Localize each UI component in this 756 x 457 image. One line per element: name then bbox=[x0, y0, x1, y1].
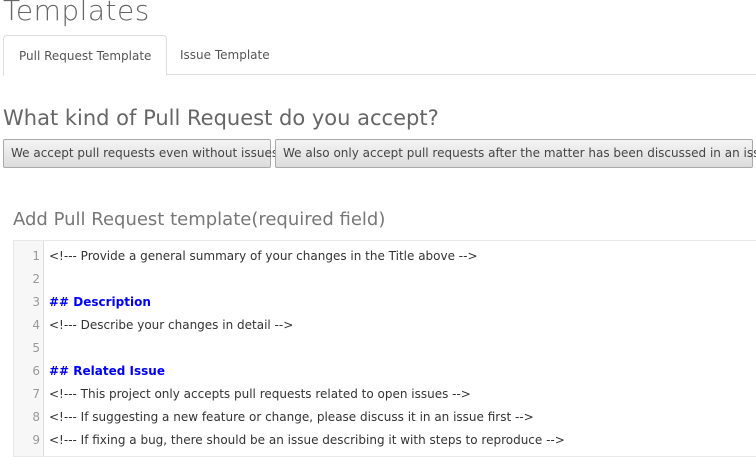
line-text: <!--- If fixing a bug, there should be a… bbox=[49, 433, 565, 447]
tab-pull-request-template[interactable]: Pull Request Template bbox=[3, 35, 168, 76]
page-title: Templates bbox=[3, 0, 150, 27]
template-editor[interactable]: 1 <!--- Provide a general summary of your… bbox=[13, 240, 756, 457]
editor-line[interactable]: 8 <!--- If suggesting a new feature or ch… bbox=[14, 406, 756, 429]
line-text: <!--- If suggesting a new feature or cha… bbox=[49, 410, 534, 424]
accept-without-issues-button[interactable]: We accept pull requests even without iss… bbox=[3, 139, 278, 168]
accept-after-discussion-button[interactable]: We also only accept pull requests after … bbox=[275, 139, 756, 168]
editor-line[interactable]: 1 <!--- Provide a general summary of your… bbox=[14, 245, 756, 268]
markdown-heading: ## Related Issue bbox=[49, 364, 165, 378]
editor-title: Add Pull Request template(required field… bbox=[13, 209, 386, 230]
editor-line[interactable]: 7 <!--- This project only accepts pull re… bbox=[14, 383, 756, 406]
line-number: 4 bbox=[32, 318, 40, 332]
editor-line[interactable]: 6 ## Related Issue bbox=[14, 360, 756, 383]
markdown-heading: ## Description bbox=[49, 295, 151, 309]
line-number: 9 bbox=[32, 433, 40, 447]
line-text: <!--- Provide a general summary of your … bbox=[49, 249, 478, 263]
tab-issue-template[interactable]: Issue Template bbox=[165, 35, 285, 74]
editor-line[interactable]: 2 bbox=[14, 268, 756, 291]
line-number: 2 bbox=[32, 272, 40, 286]
line-number: 3 bbox=[32, 295, 40, 309]
pr-policy-heading: What kind of Pull Request do you accept? bbox=[3, 106, 439, 130]
line-text: <!--- This project only accepts pull req… bbox=[49, 387, 471, 401]
line-number: 8 bbox=[32, 410, 40, 424]
line-number: 1 bbox=[32, 249, 40, 263]
editor-line[interactable]: 9 <!--- If fixing a bug, there should be … bbox=[14, 429, 756, 452]
editor-line[interactable]: 4 <!--- Describe your changes in detail -… bbox=[14, 314, 756, 337]
line-number: 5 bbox=[32, 341, 40, 355]
line-text: <!--- Describe your changes in detail --… bbox=[49, 318, 294, 332]
line-number: 7 bbox=[32, 387, 40, 401]
editor-line[interactable]: 5 bbox=[14, 337, 756, 360]
editor-line[interactable]: 3 ## Description bbox=[14, 291, 756, 314]
template-tabs: Pull Request Template Issue Template bbox=[3, 35, 756, 76]
line-number: 6 bbox=[32, 364, 40, 378]
